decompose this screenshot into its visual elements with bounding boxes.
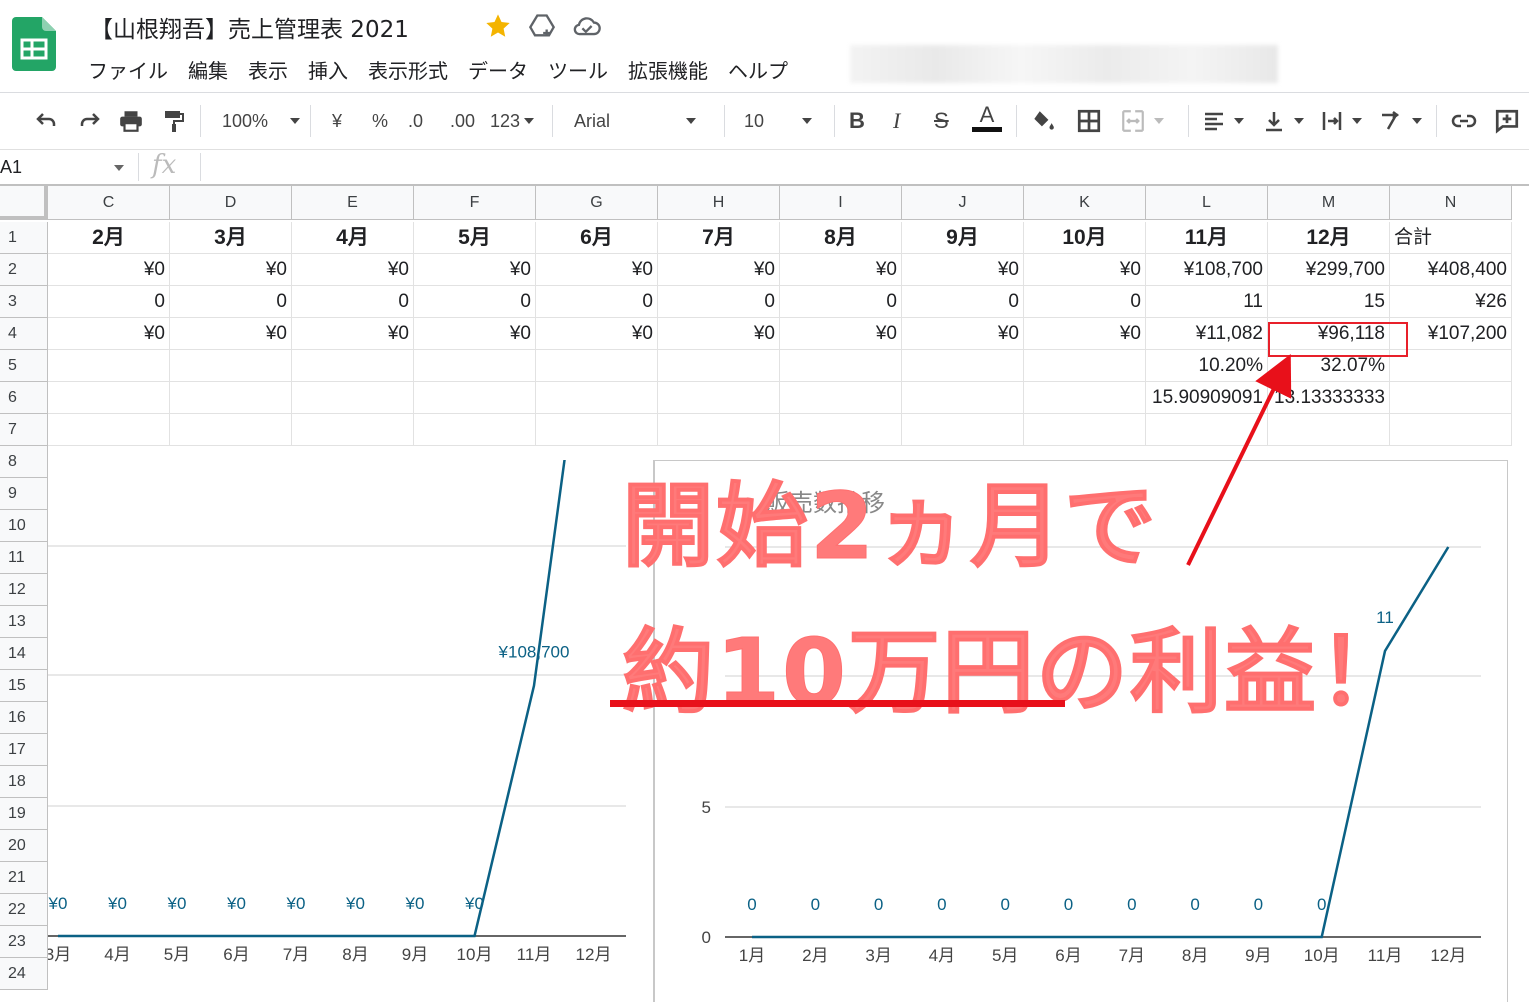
spreadsheet-app: 【山根翔吾】売上管理表 2021 ファイル 編集 表示 挿入 表示形式 データ … bbox=[0, 0, 1529, 1002]
annotation-line2: 約10万円の利益！ bbox=[621, 598, 1413, 731]
annotation-rest: の利益！ bbox=[1036, 619, 1413, 727]
annotation-underline bbox=[610, 700, 1065, 707]
annotation-line1: 開始2ヵ月で bbox=[621, 473, 1159, 581]
annotation-highlight: 約10万円 bbox=[621, 619, 1037, 727]
